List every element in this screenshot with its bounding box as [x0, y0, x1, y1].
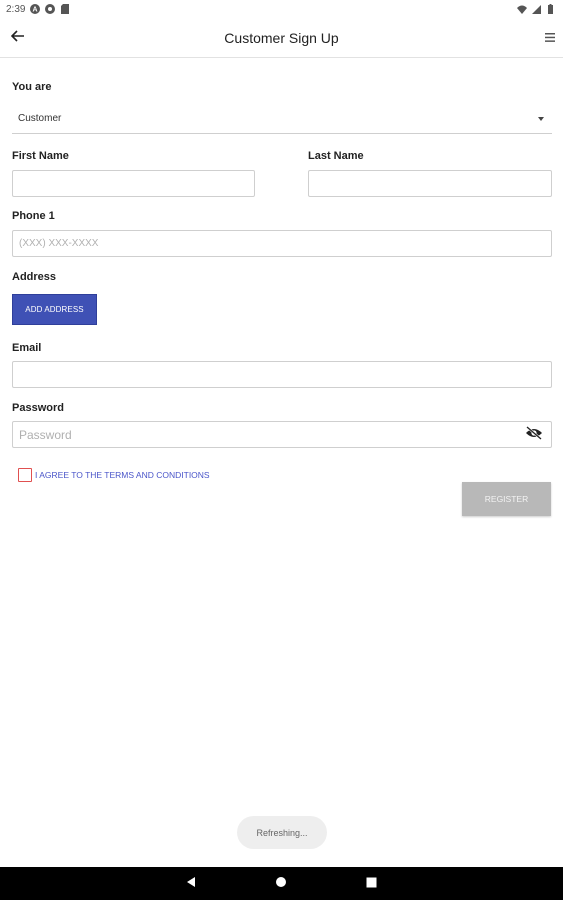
- terms-row: I AGREE TO THE TERMS AND CONDITIONS: [18, 467, 210, 482]
- battery-icon: [545, 4, 555, 14]
- first-name-field[interactable]: [12, 170, 255, 197]
- phone-field[interactable]: [12, 230, 552, 257]
- toggle-password-visibility-button[interactable]: [524, 425, 544, 445]
- wifi-icon: [517, 4, 527, 14]
- terms-link[interactable]: I AGREE TO THE TERMS AND CONDITIONS: [35, 470, 210, 480]
- first-name-label: First Name: [12, 150, 69, 162]
- dropdown-caret-icon: [538, 116, 544, 121]
- record-icon: [45, 4, 56, 14]
- nav-back-button[interactable]: [182, 875, 200, 893]
- password-field[interactable]: [12, 421, 552, 448]
- svg-text:A: A: [33, 7, 38, 14]
- arrow-back-icon: [10, 29, 25, 47]
- eye-off-icon: [525, 425, 543, 445]
- terms-checkbox[interactable]: [18, 467, 32, 482]
- status-right: [517, 4, 555, 14]
- add-address-button[interactable]: ADD ADDRESS: [12, 294, 97, 325]
- nav-recents-button[interactable]: [362, 875, 380, 893]
- status-time: 2:39: [6, 3, 26, 15]
- back-triangle-icon: [185, 875, 197, 893]
- role-label: You are: [12, 81, 52, 93]
- last-name-field[interactable]: [308, 170, 552, 197]
- menu-button[interactable]: [541, 28, 559, 48]
- page-title: Customer Sign Up: [224, 29, 339, 46]
- signal-icon: [531, 4, 541, 14]
- app-bar: Customer Sign Up: [0, 18, 563, 58]
- refreshing-toast: Refreshing...: [237, 816, 327, 849]
- email-label: Email: [12, 342, 42, 354]
- email-field[interactable]: [12, 361, 552, 388]
- hamburger-menu-icon: [545, 29, 555, 47]
- recents-square-icon: [366, 875, 377, 893]
- home-circle-icon: [275, 875, 287, 893]
- phone-label: Phone 1: [12, 210, 55, 222]
- role-select[interactable]: Customer: [12, 104, 552, 134]
- register-button[interactable]: REGISTER: [462, 482, 551, 516]
- status-left: 2:39 A: [6, 4, 70, 15]
- system-nav-bar: [0, 867, 563, 900]
- back-button[interactable]: [8, 28, 28, 48]
- address-label: Address: [12, 271, 57, 283]
- a-icon: A: [30, 4, 41, 14]
- last-name-label: Last Name: [308, 150, 364, 162]
- nav-home-button[interactable]: [272, 875, 290, 893]
- password-label: Password: [12, 402, 64, 414]
- sd-card-icon: [60, 4, 70, 14]
- status-bar: 2:39 A: [0, 0, 563, 18]
- role-select-value: Customer: [18, 113, 62, 124]
